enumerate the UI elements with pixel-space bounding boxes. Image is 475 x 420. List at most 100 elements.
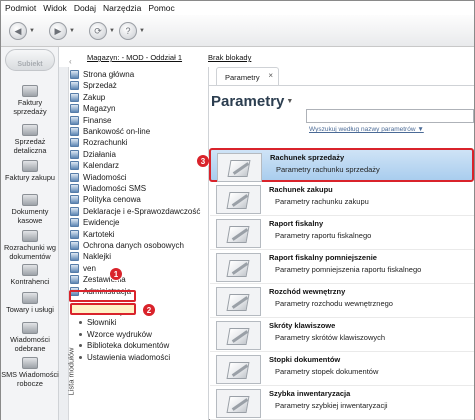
step-badge-2: 2 <box>142 303 156 317</box>
search-mode-label: Wyszukuj według nazwy parametrów <box>309 126 416 133</box>
tree-item-label: Działania <box>83 149 116 159</box>
sidebar-item-kontrahenci[interactable]: Kontrahenci <box>1 264 59 287</box>
tree-item-label: Naklejki <box>83 252 112 262</box>
sidebar-item-sprzedaz-detaliczna[interactable]: Sprzedaż detaliczna <box>1 124 59 155</box>
menu-dodaj[interactable]: Dodaj <box>74 3 96 13</box>
tree-item[interactable]: Rozrachunki <box>70 137 127 148</box>
tree-item[interactable]: Magazyn <box>70 103 115 114</box>
tree-subitem[interactable]: Słowniki <box>79 317 116 328</box>
forward-button[interactable]: ▶ ▼ <box>49 21 83 41</box>
module-icon <box>70 172 79 182</box>
refresh-button[interactable]: ⟳ ▼ <box>89 21 123 41</box>
refresh-icon: ⟳ <box>89 22 107 40</box>
tab-parametry[interactable]: Parametry × <box>216 67 279 86</box>
parameter-row[interactable]: Raport fiskalny pomniejszenie Parametry p… <box>210 250 474 284</box>
sidebar-item-faktury-sprzedazy[interactable]: Faktury sprzedaży <box>1 85 59 116</box>
tree-item[interactable]: Kartoteki <box>70 229 115 240</box>
tree-item[interactable]: Kalendarz <box>70 160 119 171</box>
tree-item[interactable]: Polityka cenowa <box>70 194 141 205</box>
menu-widok[interactable]: Widok <box>43 3 67 13</box>
tree-item[interactable]: Naklejki <box>70 251 111 262</box>
tree-subitem[interactable]: Ustawienia wiadomości <box>79 352 170 363</box>
search-input[interactable] <box>306 109 474 123</box>
sidebar-item-rozrachunki[interactable]: Rozrachunki wg dokumentów <box>1 230 59 261</box>
search-mode-link[interactable]: Wyszukuj według nazwy parametrów ▼ <box>309 126 424 133</box>
parameter-title: Stopki dokumentów <box>269 355 341 364</box>
tree-item-label: Deklaracje i e-Sprawozdawczość <box>83 206 201 216</box>
parameter-thumbnail <box>217 153 262 182</box>
chevron-down-icon[interactable]: ▼ <box>286 98 293 105</box>
chevron-down-icon[interactable]: ▼ <box>109 28 115 34</box>
collapse-handle-icon[interactable]: ‹ <box>69 57 78 66</box>
tree-item[interactable]: Ewidencje <box>70 217 119 228</box>
tree-item[interactable]: Ochrona danych osobowych <box>70 240 184 251</box>
module-list-rail[interactable]: Lista modułów <box>59 67 75 420</box>
tree-subitem-label: Wzorce wydruków <box>87 329 152 339</box>
tree-subitem[interactable]: Wzorce wydruków <box>79 329 152 340</box>
parameter-subtitle: Parametry rozchodu wewnętrznego <box>275 299 393 308</box>
tree-subitem-label: Biblioteka dokumentów <box>87 341 170 351</box>
bullet-icon <box>79 355 82 359</box>
chevron-down-icon[interactable]: ▼ <box>139 28 145 34</box>
subiekt-logo: Subiekt <box>5 49 55 71</box>
tree-item-label: Bankowość on-line <box>83 127 151 136</box>
bullet-icon <box>79 321 82 325</box>
message-icon <box>22 322 38 334</box>
tree-item[interactable]: Bankowość on-line <box>70 126 150 137</box>
tree-item[interactable]: Strona główna <box>70 69 134 80</box>
sidebar-item-label: Faktury zakupu <box>5 173 55 182</box>
sidebar-item-sms-robocze[interactable]: SMS Wiadomości robocze <box>1 357 59 388</box>
tree-item[interactable]: Działania <box>70 149 116 160</box>
tree-subitem-label: Słowniki <box>87 318 117 328</box>
tree-subitem[interactable]: Biblioteka dokumentów <box>79 340 169 351</box>
module-icon <box>70 195 79 205</box>
parameter-subtitle: Parametry stopek dokumentów <box>275 367 379 376</box>
menu-podmiot[interactable]: Podmiot <box>5 3 36 13</box>
page-title-text: Parametry <box>211 93 285 110</box>
lock-status-link[interactable]: Brak blokady <box>208 53 251 62</box>
parameter-subtitle: Parametry skrótów klawiszowych <box>275 333 386 342</box>
tree-item[interactable]: Sprzedaż <box>70 80 117 91</box>
sidebar-item-wiadomosci-odebrane[interactable]: Wiadomości odebrane <box>1 322 59 353</box>
sidebar-item-towary[interactable]: Towary i usługi <box>1 292 59 315</box>
sidebar-item-dokumenty-kasowe[interactable]: Dokumenty kasowe <box>1 194 59 225</box>
module-icon <box>70 81 79 91</box>
chevron-down-icon[interactable]: ▼ <box>69 28 75 34</box>
parameter-row[interactable]: Rachunek zakupu Parametry rachunku zakupu <box>210 182 474 216</box>
parameter-row[interactable]: Skróty klawiszowe Parametry skrótów klawi… <box>210 318 474 352</box>
parameter-title: Rachunek zakupu <box>269 185 333 194</box>
tree-item-label: ven <box>83 263 96 273</box>
close-icon[interactable]: × <box>268 71 273 80</box>
tree-item[interactable]: Wiadomości SMS <box>70 183 146 194</box>
tree-item[interactable]: Zakup <box>70 92 105 103</box>
tree-subitem-label: Ustawienia wiadomości <box>87 352 171 362</box>
sidebar-item-label: Sprzedaż detaliczna <box>13 137 47 155</box>
parameter-title: Rozchód wewnętrzny <box>269 287 346 296</box>
menu-pomoc[interactable]: Pomoc <box>148 3 174 13</box>
parameter-subtitle: Parametry rachunku sprzedaży <box>276 165 380 174</box>
sidebar-item-label: SMS Wiadomości robocze <box>1 370 59 388</box>
back-button[interactable]: ◀ ▼ <box>9 21 43 41</box>
help-button[interactable]: ? ▼ <box>119 21 153 41</box>
page-title[interactable]: Parametry ▼ <box>211 93 293 110</box>
parameter-thumbnail <box>216 321 261 350</box>
tree-item-label: Polityka cenowa <box>83 195 141 205</box>
parameter-row[interactable]: Stopki dokumentów Parametry stopek dokume… <box>210 352 474 386</box>
app-window: Podmiot Widok Dodaj Narzędzia Pomoc ◀ ▼ … <box>0 0 475 420</box>
tree-item[interactable]: Wiadomości <box>70 172 127 183</box>
parameter-row[interactable]: Szybka inwentaryzacja Parametry szybkiej … <box>210 386 474 420</box>
parameter-row[interactable]: Raport fiskalny Parametry raportu fiskaln… <box>210 216 474 250</box>
menu-narzedzia[interactable]: Narzędzia <box>103 3 141 13</box>
tree-item[interactable]: ven <box>70 263 96 274</box>
parameter-row[interactable]: Rachunek sprzedaży Parametry rachunku spr… <box>209 148 474 182</box>
tree-item[interactable]: Deklaracje i e-Sprawozdawczość <box>70 206 200 217</box>
parameter-row[interactable]: Rozchód wewnętrzny Parametry rozchodu wew… <box>210 284 474 318</box>
tree-item[interactable]: Finanse <box>70 115 111 126</box>
invoice-icon <box>22 85 38 97</box>
chevron-down-icon[interactable]: ▼ <box>29 28 35 34</box>
module-icon <box>70 149 79 159</box>
tab-label: Parametry <box>225 72 260 82</box>
warehouse-selector[interactable]: Magazyn: - MOD - Oddział 1 <box>87 53 182 62</box>
parameter-list: Rachunek sprzedaży Parametry rachunku spr… <box>209 141 474 420</box>
sidebar-item-faktury-zakupu[interactable]: Faktury zakupu <box>1 160 59 183</box>
